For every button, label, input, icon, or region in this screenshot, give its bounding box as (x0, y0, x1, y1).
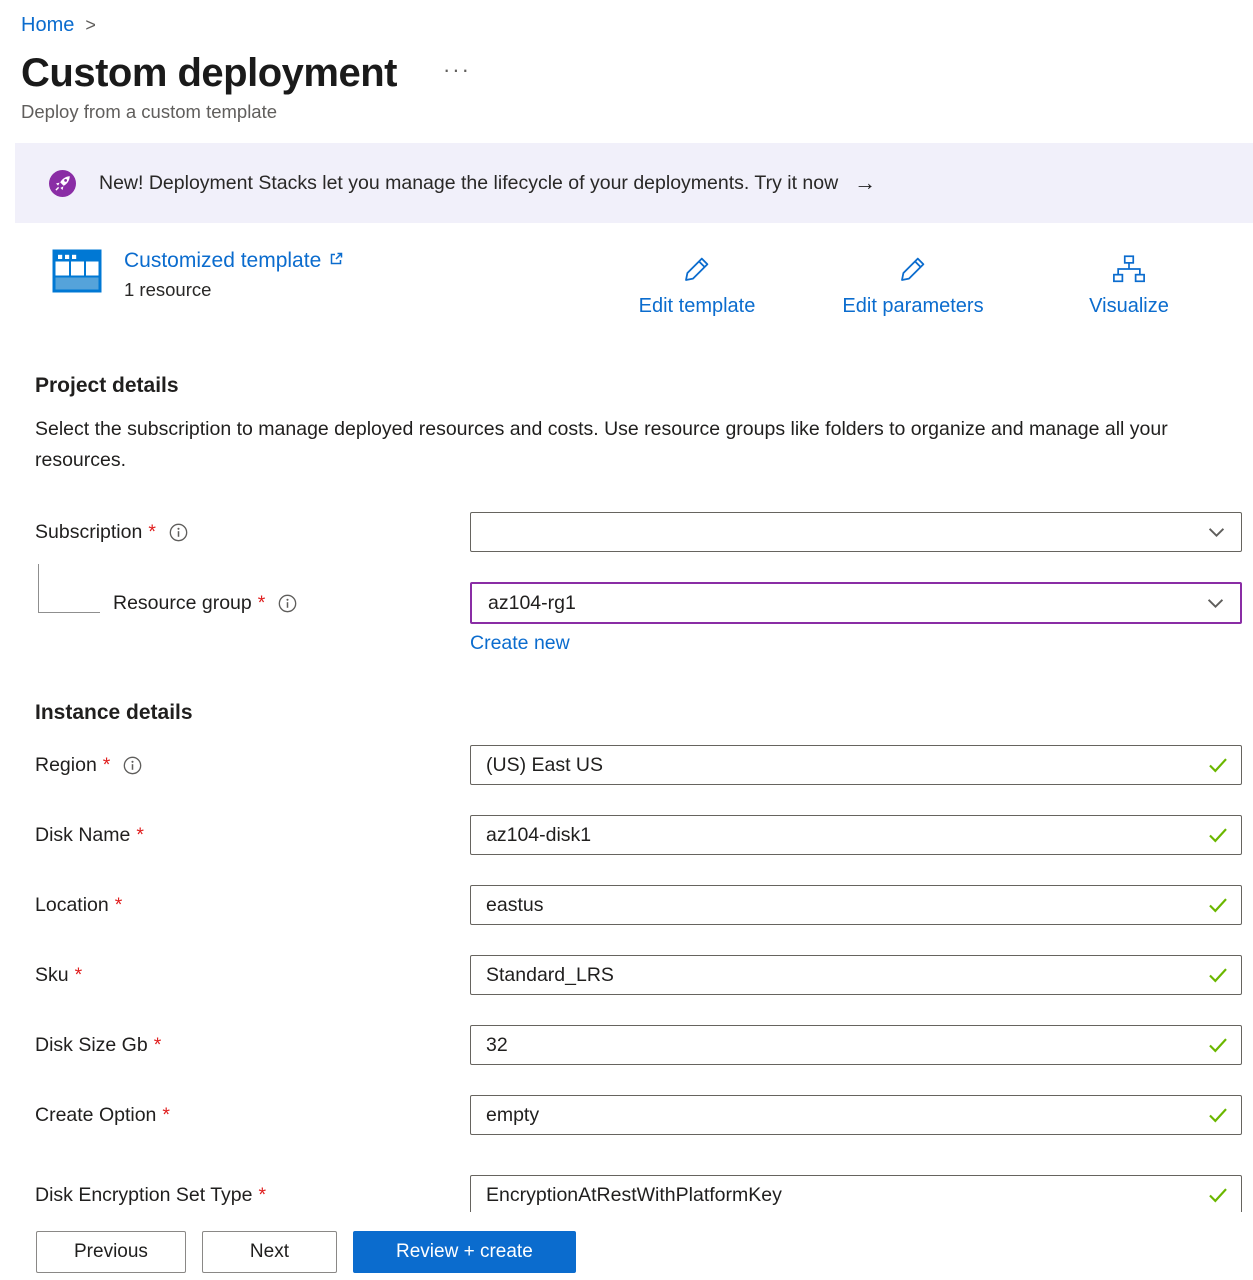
form-content: Project details Select the subscription … (0, 374, 1253, 1215)
disk-encryption-set-type-label-cell: Disk Encryption Set Type * (35, 1184, 470, 1207)
banner-message[interactable]: New! Deployment Stacks let you manage th… (99, 172, 838, 195)
location-field-row: Location * (35, 885, 1242, 925)
previous-button[interactable]: Previous (36, 1231, 186, 1273)
info-icon[interactable] (123, 756, 142, 775)
sku-field-row: Sku * (35, 955, 1242, 995)
title-row: Custom deployment ··· (0, 49, 1253, 97)
create-option-field-row: Create Option * (35, 1095, 1242, 1135)
template-actions: Edit template Edit parameters Visualize (589, 249, 1237, 318)
disk-name-label-cell: Disk Name * (35, 824, 470, 847)
edit-parameters-label: Edit parameters (842, 295, 983, 318)
disk-size-gb-input[interactable] (470, 1025, 1242, 1065)
required-asterisk: * (162, 1104, 170, 1127)
required-asterisk: * (136, 824, 144, 847)
disk-size-gb-field-row: Disk Size Gb * (35, 1025, 1242, 1065)
template-meta: Customized template 1 resource (124, 249, 344, 301)
visualize-label: Visualize (1089, 295, 1169, 318)
subscription-label: Subscription (35, 521, 142, 544)
deployment-stacks-banner: New! Deployment Stacks let you manage th… (15, 143, 1253, 223)
template-summary: Customized template 1 resource Edit temp… (0, 249, 1253, 318)
project-details-heading: Project details (35, 374, 1242, 398)
create-new-link[interactable]: Create new (470, 632, 570, 654)
page-subtitle: Deploy from a custom template (0, 101, 1253, 123)
create-new-row: Create new (470, 632, 1242, 655)
required-asterisk: * (75, 964, 83, 987)
disk-name-field-row: Disk Name * (35, 815, 1242, 855)
project-details-description: Select the subscription to manage deploy… (35, 414, 1200, 476)
instance-details-heading: Instance details (35, 701, 1242, 725)
review-create-button[interactable]: Review + create (353, 1231, 576, 1273)
location-input[interactable] (470, 885, 1242, 925)
required-asterisk: * (148, 521, 156, 544)
pencil-icon (896, 253, 930, 290)
template-icon (52, 249, 102, 293)
resource-group-field-row: Resource group * az104-rg1 (35, 582, 1242, 624)
sku-label: Sku (35, 964, 69, 987)
external-link-icon (328, 251, 344, 267)
resource-group-label: Resource group (113, 592, 252, 615)
custom-deployment-page: Home > Custom deployment ··· Deploy from… (0, 0, 1253, 1280)
chevron-down-icon (1207, 598, 1224, 609)
breadcrumb: Home > (0, 0, 1253, 37)
disk-name-input[interactable] (470, 815, 1242, 855)
region-field-row: Region * (35, 745, 1242, 785)
breadcrumb-separator-icon: > (85, 15, 96, 36)
region-label: Region (35, 754, 97, 777)
required-asterisk: * (115, 894, 123, 917)
edit-template-label: Edit template (639, 295, 756, 318)
chevron-down-icon (1208, 527, 1225, 538)
location-label: Location (35, 894, 109, 917)
subscription-field-row: Subscription * (35, 512, 1242, 552)
resource-group-label-cell: Resource group * (35, 592, 470, 615)
customized-template-link[interactable]: Customized template (124, 249, 321, 273)
region-input[interactable] (470, 745, 1242, 785)
disk-encryption-set-type-label: Disk Encryption Set Type (35, 1184, 253, 1207)
create-option-label: Create Option (35, 1104, 156, 1127)
info-icon[interactable] (278, 594, 297, 613)
edit-template-button[interactable]: Edit template (589, 249, 805, 318)
disk-name-label: Disk Name (35, 824, 130, 847)
hierarchy-icon (1112, 253, 1146, 290)
pencil-icon (680, 253, 714, 290)
sku-label-cell: Sku * (35, 964, 470, 987)
subscription-label-cell: Subscription * (35, 521, 470, 544)
checkmark-icon (1208, 1038, 1228, 1053)
disk-encryption-set-type-field-row: Disk Encryption Set Type * (35, 1175, 1242, 1215)
required-asterisk: * (258, 592, 266, 615)
required-asterisk: * (103, 754, 111, 777)
field-connector-line (38, 564, 100, 613)
checkmark-icon (1208, 758, 1228, 773)
disk-encryption-set-type-input[interactable] (470, 1175, 1242, 1215)
sku-input[interactable] (470, 955, 1242, 995)
create-option-label-cell: Create Option * (35, 1104, 470, 1127)
checkmark-icon (1208, 1108, 1228, 1123)
footer-bar: Previous Next Review + create (0, 1212, 1253, 1280)
checkmark-icon (1208, 828, 1228, 843)
template-resource-count: 1 resource (124, 279, 344, 301)
info-icon[interactable] (169, 523, 188, 542)
visualize-button[interactable]: Visualize (1021, 249, 1237, 318)
checkmark-icon (1208, 1188, 1228, 1203)
location-label-cell: Location * (35, 894, 470, 917)
checkmark-icon (1208, 968, 1228, 983)
page-title: Custom deployment (21, 49, 397, 97)
breadcrumb-home-link[interactable]: Home (21, 14, 74, 37)
rocket-icon (48, 169, 77, 198)
checkmark-icon (1208, 898, 1228, 913)
create-option-input[interactable] (470, 1095, 1242, 1135)
resource-group-dropdown[interactable]: az104-rg1 (470, 582, 1242, 624)
edit-parameters-button[interactable]: Edit parameters (805, 249, 1021, 318)
region-label-cell: Region * (35, 754, 470, 777)
resource-group-value: az104-rg1 (488, 592, 576, 615)
arrow-right-icon[interactable]: → (854, 170, 876, 196)
subscription-dropdown[interactable] (470, 512, 1242, 552)
disk-size-gb-label-cell: Disk Size Gb * (35, 1034, 470, 1057)
next-button[interactable]: Next (202, 1231, 337, 1273)
more-menu-button[interactable]: ··· (443, 57, 471, 83)
disk-size-gb-label: Disk Size Gb (35, 1034, 148, 1057)
required-asterisk: * (154, 1034, 162, 1057)
required-asterisk: * (259, 1184, 267, 1207)
